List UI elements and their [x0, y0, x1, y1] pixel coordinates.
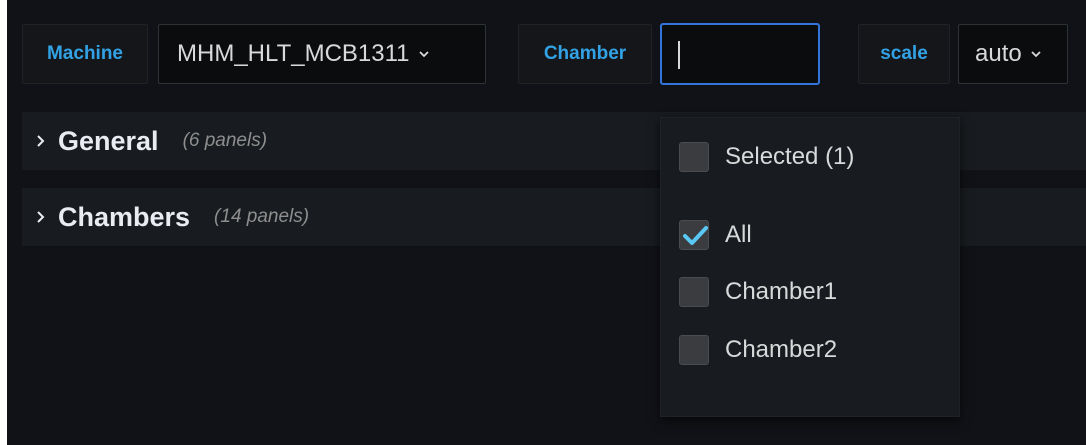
machine-label-text: Machine	[46, 43, 124, 64]
chevron-down-icon	[418, 47, 432, 61]
checkbox[interactable]	[679, 335, 709, 365]
machine-variable-label: Machine	[22, 24, 148, 84]
scale-select[interactable]: auto	[958, 24, 1068, 84]
option-label: Chamber2	[725, 336, 838, 363]
checkbox[interactable]	[679, 277, 709, 307]
row-title: General	[58, 125, 159, 156]
selected-toggle-option[interactable]: Selected (1)	[679, 137, 854, 177]
option-label: All	[725, 221, 752, 248]
option-label: Selected (1)	[725, 143, 855, 170]
chamber-options-dropdown: Selected (1) All Chamber1 Chamber2	[660, 117, 960, 417]
chamber-variable-label: Chamber	[518, 24, 652, 84]
text-caret	[678, 41, 680, 69]
chamber-label-text: Chamber	[543, 43, 627, 64]
chevron-right-icon	[32, 209, 48, 225]
row-panel-count: (6 panels)	[182, 130, 268, 151]
row-title: Chambers	[58, 201, 191, 232]
checkbox-checked[interactable]	[679, 220, 709, 250]
scale-label-text: scale	[880, 43, 928, 64]
scale-variable-label: scale	[858, 24, 950, 84]
checkbox[interactable]	[679, 142, 709, 172]
option-all[interactable]: All	[679, 215, 752, 255]
option-chamber2[interactable]: Chamber2	[679, 330, 837, 370]
option-label: Chamber1	[725, 278, 838, 305]
option-chamber1[interactable]: Chamber1	[679, 272, 837, 312]
scale-select-value: auto	[975, 40, 1022, 67]
machine-select[interactable]: MHM_HLT_MCB1311	[158, 24, 486, 84]
chevron-right-icon	[32, 133, 48, 149]
chevron-down-icon	[1030, 47, 1044, 61]
machine-select-value: MHM_HLT_MCB1311	[177, 40, 410, 67]
window-edge	[0, 0, 7, 445]
row-panel-count: (14 panels)	[214, 206, 310, 227]
dashboard-page: Machine MHM_HLT_MCB1311 Chamber scale au…	[0, 0, 1086, 445]
chamber-search-input[interactable]	[660, 23, 820, 85]
check-icon	[683, 226, 708, 245]
